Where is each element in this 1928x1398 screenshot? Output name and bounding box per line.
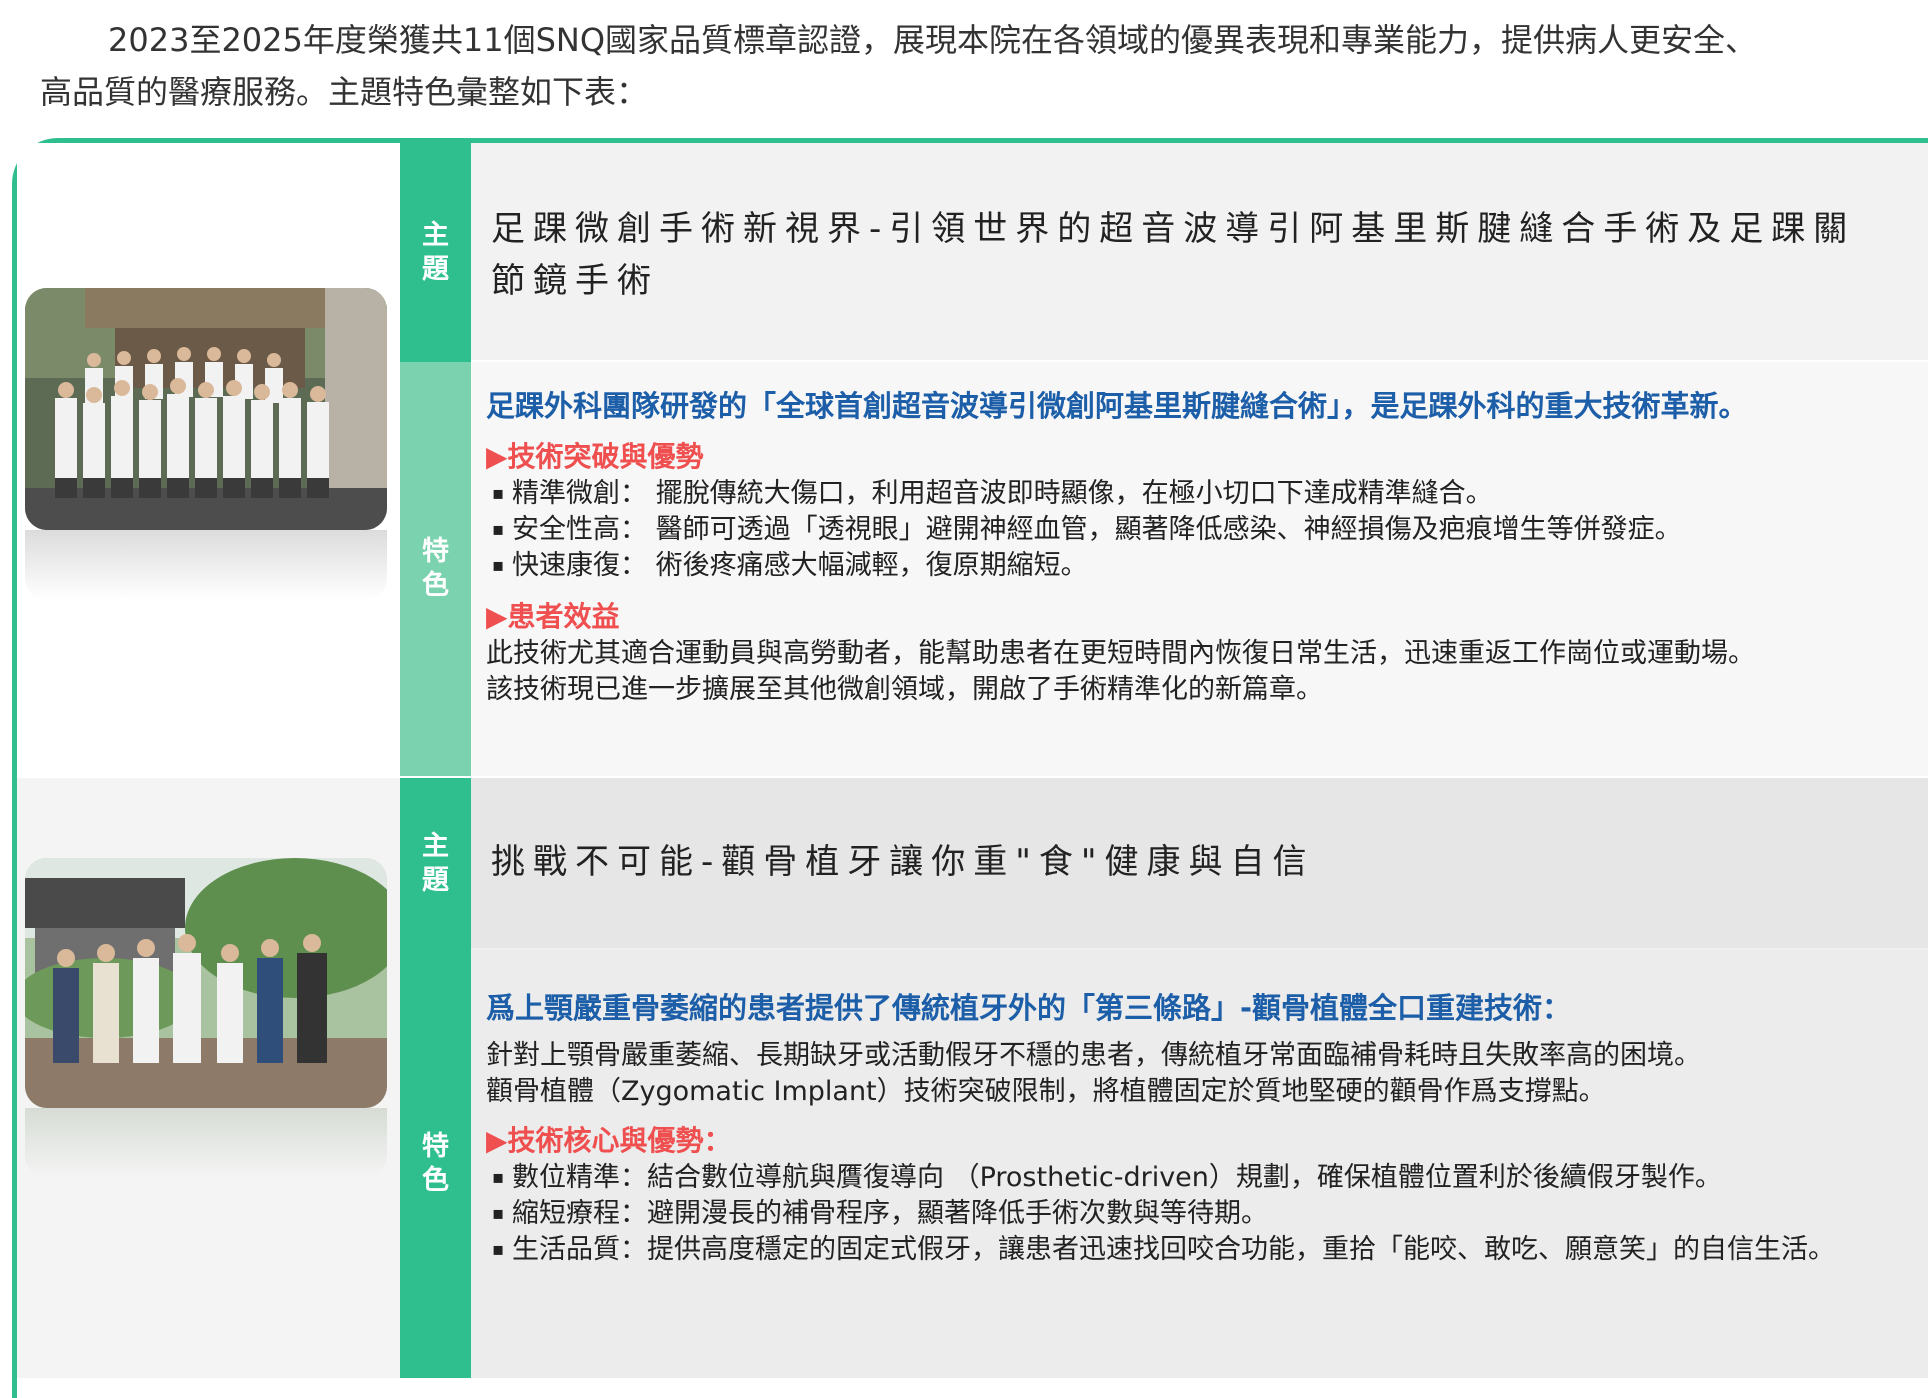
theme-box: 挑戰不可能-顴骨植牙讓你重"食"健康與自信 [471, 778, 1928, 948]
photo-reflection [25, 1108, 387, 1178]
label-feature: 特色 [400, 362, 471, 776]
bullet-item: ▪ 精準微創： 擺脫傳統大傷口，利用超音波即時顯像，在極小切口下達成精準縫合。 [492, 478, 1493, 509]
label-theme: 主題 [400, 778, 471, 950]
bullet-item: ▪ 快速康復： 術後疼痛感大幅減輕，復原期縮短。 [492, 550, 1088, 581]
card-zygomatic: 主題 特色 挑戰不可能-顴骨植牙讓你重"食"健康與自信 爲上顎嚴重骨萎縮的患者提… [17, 778, 1928, 1378]
intro-line-1: 2023至2025年度榮獲共11個SNQ國家品質標章認證，展現本院在各領域的優異… [108, 21, 1758, 59]
bullet-item: ▪ 生活品質：提供高度穩定的固定式假牙，讓患者迅速找回咬合功能，重拾「能咬、敢吃、… [492, 1234, 1835, 1265]
label-theme: 主題 [400, 143, 471, 362]
section-title: ▶技術核心與優勢： [486, 1124, 732, 1157]
team-photo-zygomatic [25, 858, 387, 1108]
team-photo-foot-ankle [25, 288, 387, 530]
paragraph-line: 針對上顎骨嚴重萎縮、長期缺牙或活動假牙不穩的患者，傳統植牙常面臨補骨耗時且失敗率… [486, 1040, 1701, 1071]
theme-title: 挑戰不可能-顴骨植牙讓你重"食"健康與自信 [491, 842, 1315, 882]
theme-box: 足踝微創手術新視界-引領世界的超音波導引阿基里斯腱縫合手術及足踝關節鏡手術 [471, 143, 1928, 360]
photo-column [17, 778, 400, 1378]
card-foot-ankle: 主題 特色 足踝微創手術新視界-引領世界的超音波導引阿基里斯腱縫合手術及足踝關節… [17, 143, 1928, 776]
bullet-item: ▪ 數位精準：結合數位導航與贋復導向 （Prosthetic-driven）規劃，… [492, 1162, 1722, 1193]
intro-text: 2023至2025年度榮獲共11個SNQ國家品質標章認證，展現本院在各領域的優異… [40, 14, 1890, 118]
photo-column [17, 143, 400, 776]
feature-headline: 爲上顎嚴重骨萎縮的患者提供了傳統植牙外的「第三條路」-顴骨植體全口重建技術： [486, 991, 1572, 1025]
feature-box: 足踝外科團隊研發的「全球首創超音波導引微創阿基里斯腱縫合術」，是足踝外科的重大技… [471, 362, 1928, 776]
photo-reflection [25, 530, 387, 600]
label-feature: 特色 [400, 950, 471, 1378]
bullet-item: ▪ 安全性高： 醫師可透過「透視眼」避開神經血管，顯著降低感染、神經損傷及疤痕增生… [492, 514, 1682, 545]
paragraph-line: 此技術尤其適合運動員與高勞動者，能幫助患者在更短時間內恢復日常生活，迅速重返工作… [486, 638, 1755, 669]
section-title: ▶技術突破與優勢 [486, 440, 704, 473]
section-title: ▶患者效益 [486, 600, 620, 633]
theme-title: 足踝微創手術新視界-引領世界的超音波導引阿基里斯腱縫合手術及足踝關節鏡手術 [491, 209, 1856, 301]
paragraph-line: 顴骨植體（Zygomatic Implant）技術突破限制，將植體固定於質地堅硬… [486, 1076, 1606, 1107]
paragraph-line: 該技術現已進一步擴展至其他微創領域，開啟了手術精準化的新篇章。 [486, 674, 1323, 705]
bullet-item: ▪ 縮短療程：避開漫長的補骨程序，顯著降低手術次數與等待期。 [492, 1198, 1268, 1229]
feature-box: 爲上顎嚴重骨萎縮的患者提供了傳統植牙外的「第三條路」-顴骨植體全口重建技術： 針… [471, 950, 1928, 1378]
intro-line-2: 高品質的醫療服務。主題特色彙整如下表： [40, 73, 649, 111]
feature-headline: 足踝外科團隊研發的「全球首創超音波導引微創阿基里斯腱縫合術」，是足踝外科的重大技… [486, 389, 1748, 423]
